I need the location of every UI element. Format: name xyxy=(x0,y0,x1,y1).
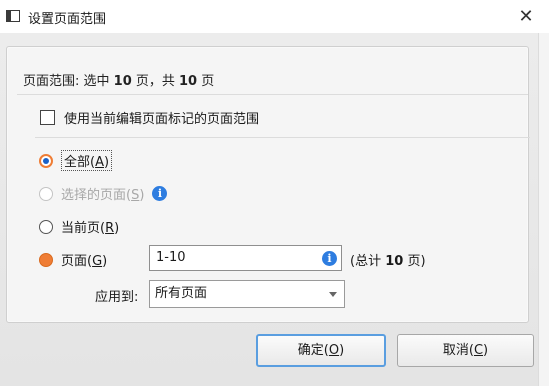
summary-prefix: 页面范围: 选中 xyxy=(23,74,114,89)
radio-all-label: 全部(A) xyxy=(61,150,113,171)
app-window-icon xyxy=(6,10,20,22)
page-range-panel: 页面范围: 选中 10 页，共 10 页 使用当前编辑页面标记的页面范围 全部(… xyxy=(6,46,530,323)
summary-selected-count: 10 xyxy=(113,74,132,89)
use-current-marked-checkbox[interactable] xyxy=(40,110,55,125)
radio-pages-label: 页面(G) xyxy=(61,254,108,269)
radio-current-page-label: 当前页(R) xyxy=(61,221,120,236)
radio-all-option[interactable]: 全部(A) xyxy=(39,150,113,171)
apply-to-value: 所有页面 xyxy=(155,286,208,301)
apply-to-label: 应用到: xyxy=(95,290,139,305)
window-title: 设置页面范围 xyxy=(28,12,107,27)
page-range-input[interactable]: 1-10 i xyxy=(149,245,342,271)
page-range-value: 1-10 xyxy=(156,250,186,265)
radio-current-page-option[interactable]: 当前页(R) xyxy=(39,217,119,236)
title-bar: 设置页面范围 ✕ xyxy=(0,0,549,33)
use-current-marked-label: 使用当前编辑页面标记的页面范围 xyxy=(64,112,260,127)
options-divider xyxy=(35,137,530,138)
summary-suffix: 页 xyxy=(197,74,215,89)
radio-selected-pages-option[interactable]: 选择的页面(S) i xyxy=(39,184,168,203)
apply-to-select[interactable]: 所有页面 xyxy=(149,280,345,308)
radio-pages-option[interactable]: 页面(G) xyxy=(39,250,107,269)
info-icon[interactable]: i xyxy=(322,251,337,266)
radio-all[interactable] xyxy=(39,153,53,168)
page-total-text: (总计 10 页) xyxy=(350,254,426,269)
summary-total-count: 10 xyxy=(179,74,198,89)
summary-divider xyxy=(17,94,528,95)
info-icon[interactable]: i xyxy=(152,186,168,201)
summary-middle: 页，共 xyxy=(131,74,180,89)
page-range-summary: 页面范围: 选中 10 页，共 10 页 xyxy=(23,70,214,89)
background-window-edge xyxy=(538,33,549,386)
radio-pages[interactable] xyxy=(39,252,53,267)
radio-current-page[interactable] xyxy=(39,219,53,234)
chevron-down-icon[interactable] xyxy=(329,292,337,297)
radio-selected-pages-label: 选择的页面(S) xyxy=(61,188,145,203)
radio-selected-pages[interactable] xyxy=(39,186,53,201)
dialog-client-area: 页面范围: 选中 10 页，共 10 页 使用当前编辑页面标记的页面范围 全部(… xyxy=(0,33,549,386)
use-current-marked-option[interactable]: 使用当前编辑页面标记的页面范围 xyxy=(40,108,259,127)
cancel-button[interactable]: 取消(C) xyxy=(397,334,534,367)
ok-button[interactable]: 确定(O) xyxy=(256,334,386,367)
close-icon[interactable]: ✕ xyxy=(503,0,549,33)
